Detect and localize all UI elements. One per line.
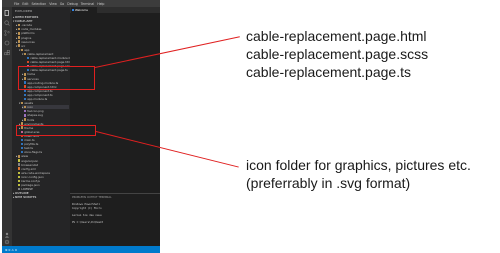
title-bar: File Edit Selection View Go Debug Terminal Help xyxy=(2,0,160,7)
explorer-header: EXPLORER xyxy=(15,9,33,13)
terminal-line: PS C:\Users\Ch\Deskt xyxy=(72,221,104,224)
tree-item-label: NPM SCRIPTS xyxy=(15,195,37,200)
annotation-line: cable-replacement.page.html xyxy=(246,28,427,44)
source-control-icon[interactable] xyxy=(4,30,10,36)
menu-view[interactable]: View xyxy=(49,2,57,6)
settings-gear-icon[interactable] xyxy=(4,239,10,245)
activity-bar xyxy=(2,7,12,246)
menu-selection[interactable]: Selection xyxy=(32,2,47,6)
status-bar: ⊗ 0 ⚠ 0 xyxy=(2,246,160,253)
menu-terminal[interactable]: Terminal xyxy=(81,2,94,6)
menu-help[interactable]: Help xyxy=(97,2,104,6)
menu-go[interactable]: Go xyxy=(60,2,64,6)
annotation-line: icon folder for graphics, pictures etc. xyxy=(246,157,471,173)
terminal-line: Copyright (C) Micro xyxy=(72,206,102,210)
search-icon[interactable] xyxy=(4,20,10,26)
status-problems[interactable]: ⊗ 0 ⚠ 0 xyxy=(5,248,17,252)
files-highlight-box xyxy=(18,66,95,90)
files-annotation: cable-replacement.page.html cable-replace… xyxy=(246,27,428,81)
explorer-icon[interactable] xyxy=(4,10,10,16)
tab-welcome[interactable]: Welcome xyxy=(71,7,97,13)
menu-debug[interactable]: Debug xyxy=(67,2,77,6)
account-icon[interactable] xyxy=(4,232,10,238)
terminal-line: Lernen Sie das neue xyxy=(72,213,102,217)
menu-file[interactable]: File xyxy=(14,2,19,6)
welcome-icon xyxy=(72,9,74,11)
annotation-line: cable-replacement.page.ts xyxy=(246,64,411,80)
editor-tabs: Welcome xyxy=(70,7,160,13)
terminal-line: Windows PowerShell xyxy=(72,203,101,206)
annotation-line: (preferrably in .svg format) xyxy=(246,175,411,191)
extensions-icon[interactable] xyxy=(4,50,10,56)
vscode-window: File Edit Selection View Go Debug Terminal Help… xyxy=(2,0,160,253)
annotation-line: cable-replacement.page.scss xyxy=(246,46,429,62)
debug-icon[interactable] xyxy=(4,40,10,46)
terminal-panel: PROBLEMS OUTPUT TERMINAL Windows PowerSh… xyxy=(70,193,160,246)
icon-folder-annotation: icon folder for graphics, pictures etc. (… xyxy=(246,156,471,192)
panel-tabs[interactable]: PROBLEMS OUTPUT TERMINAL xyxy=(72,196,112,199)
menu-edit[interactable]: Edit xyxy=(22,2,28,6)
icon-folder-highlight-box xyxy=(16,125,96,136)
section-header[interactable]: ▸NPM SCRIPTS xyxy=(13,195,69,199)
tab-label: Welcome xyxy=(75,8,88,12)
